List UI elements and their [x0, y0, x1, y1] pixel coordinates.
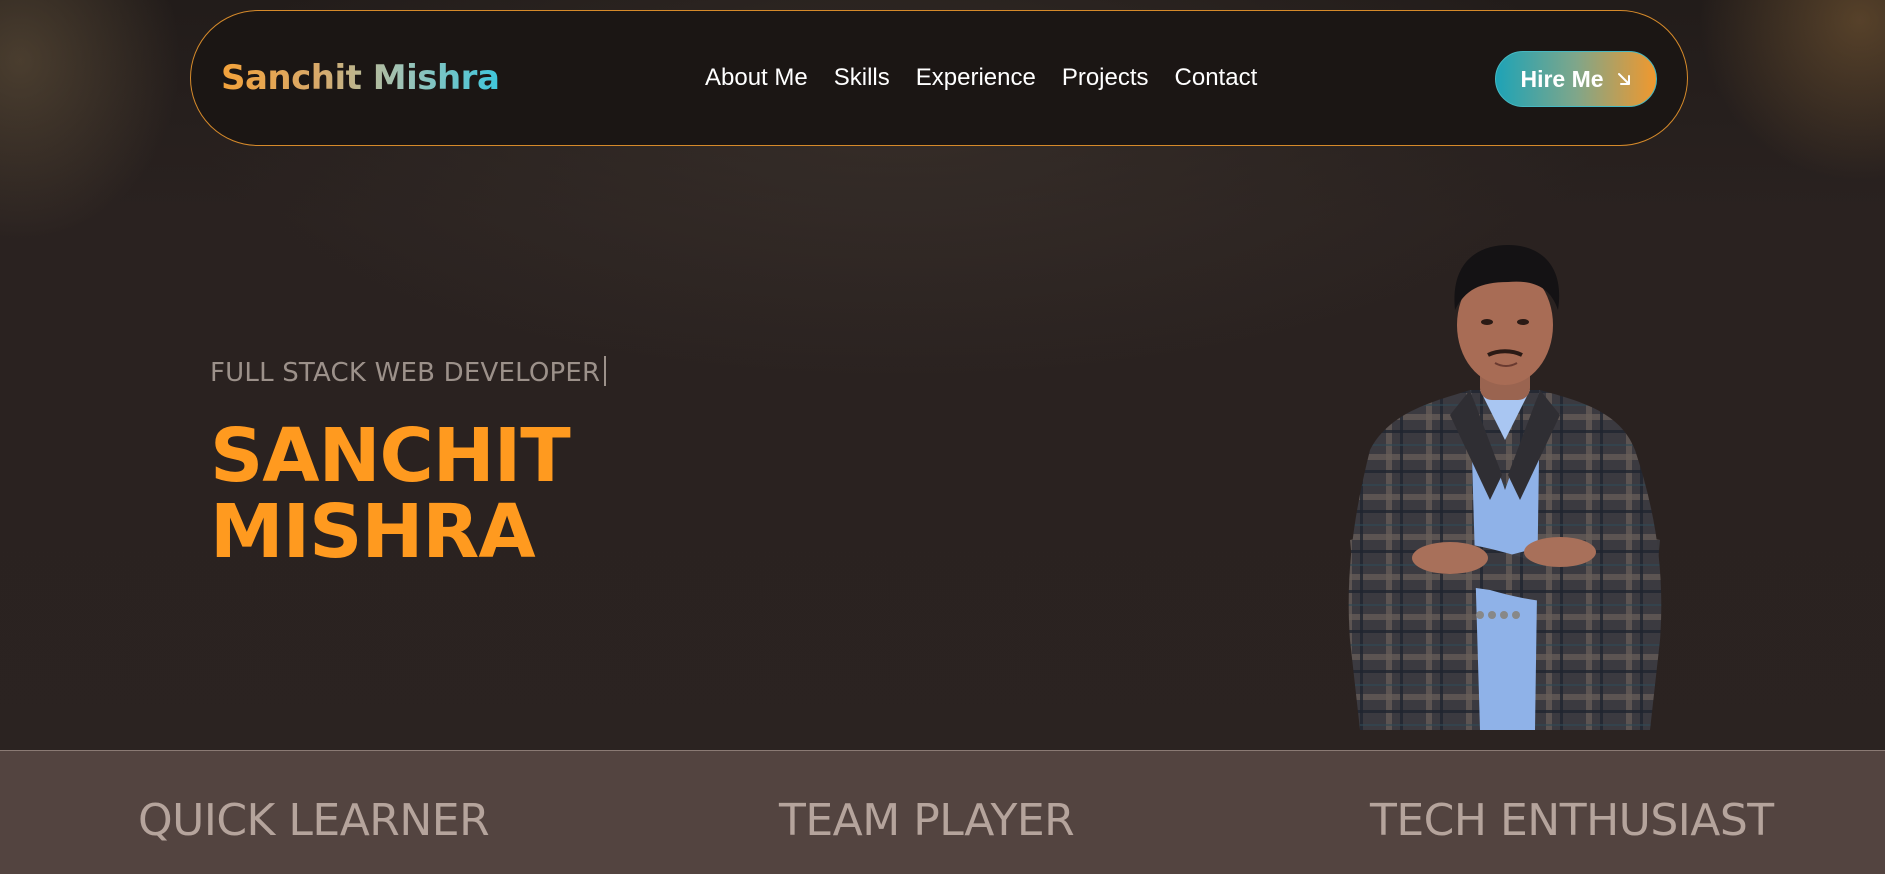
nav-link-skills[interactable]: Skills: [834, 64, 890, 92]
nav-link-about-me[interactable]: About Me: [705, 64, 808, 92]
hero-name: SANCHIT MISHRA: [210, 413, 571, 575]
typing-cursor: [604, 356, 607, 386]
hero-subtitle-text: FULL STACK WEB DEVELOPER: [210, 358, 601, 388]
traits-strip: QUICK LEARNER TEAM PLAYER TECH ENTHUSIAS…: [0, 750, 1885, 874]
trait-tech-enthusiast: TECH ENTHUSIAST: [1370, 795, 1774, 846]
trait-team-player: TEAM PLAYER: [779, 795, 1075, 846]
hero-subtitle: FULL STACK WEB DEVELOPER: [210, 356, 607, 388]
trait-quick-learner: QUICK LEARNER: [138, 795, 490, 846]
hero-name-last: MISHRA: [210, 489, 536, 575]
brand-logo[interactable]: Sanchit Mishra: [221, 57, 500, 99]
nav-link-experience[interactable]: Experience: [916, 64, 1036, 92]
nav-link-projects[interactable]: Projects: [1062, 64, 1149, 92]
nav-links: About Me Skills Experience Projects Cont…: [705, 61, 1257, 95]
portrait-photo: [1348, 245, 1662, 730]
hero-name-first: SANCHIT: [210, 413, 571, 499]
arrow-down-right-icon: [1617, 73, 1630, 85]
hire-me-button[interactable]: Hire Me: [1495, 51, 1657, 107]
nav-link-contact[interactable]: Contact: [1175, 64, 1258, 92]
hire-me-label: Hire Me: [1520, 65, 1604, 92]
portfolio-page: Sanchit Mishra About Me Skills Experienc…: [0, 0, 1885, 874]
navbar: Sanchit Mishra About Me Skills Experienc…: [190, 10, 1688, 146]
